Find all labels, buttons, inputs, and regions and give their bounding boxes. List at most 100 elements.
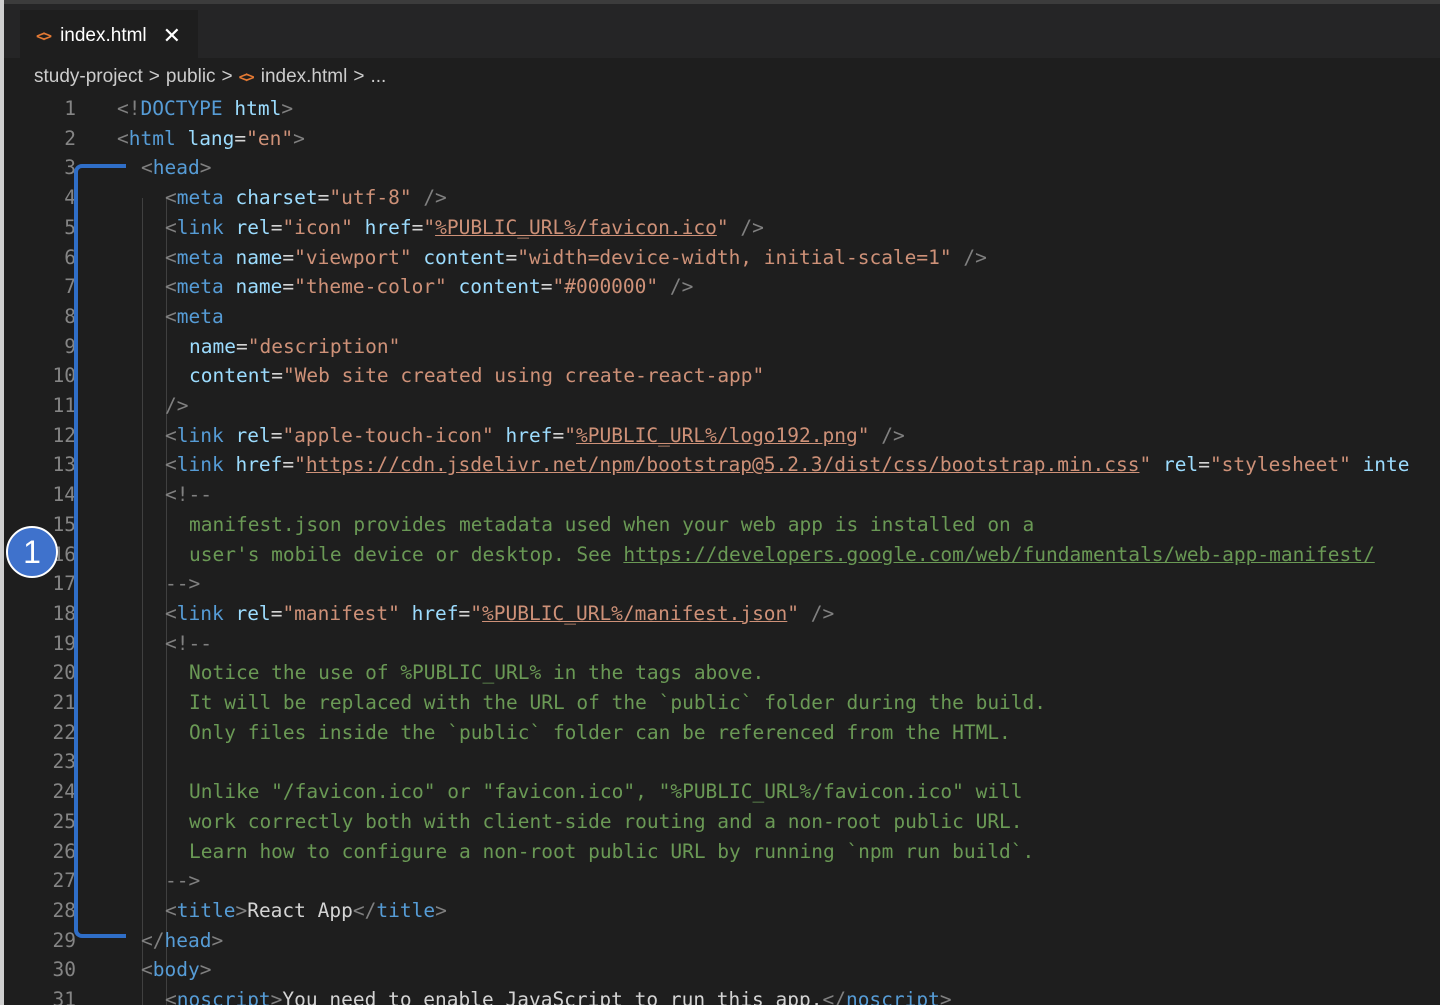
code-line[interactable]: 16 user's mobile device or desktop. See h…: [4, 540, 1440, 570]
line-number: 23: [52, 750, 76, 774]
code-line[interactable]: 23: [4, 747, 1440, 777]
code-content: <noscript>You need to enable JavaScript …: [165, 985, 952, 1005]
code-token[interactable]: %PUBLIC_URL%/favicon.ico: [435, 216, 717, 239]
code-token: />: [869, 423, 905, 447]
code-line[interactable]: 8 <meta: [4, 302, 1440, 332]
breadcrumb-item-file[interactable]: index.html: [261, 66, 348, 88]
code-line[interactable]: 25 work correctly both with client-side r…: [4, 807, 1440, 837]
code-token[interactable]: https://cdn.jsdelivr.net/npm/bootstrap@5…: [306, 453, 1140, 476]
code-line[interactable]: 18 <link rel="manifest" href="%PUBLIC_URL…: [4, 599, 1440, 629]
code-line[interactable]: 24 Unlike "/favicon.ico" or "favicon.ico"…: [4, 777, 1440, 807]
code-token: <: [165, 898, 177, 922]
code-line[interactable]: 3 <head>: [4, 153, 1440, 183]
line-number: 29: [52, 928, 76, 952]
code-token: user's mobile device or desktop. See: [189, 542, 624, 566]
code-token: />: [799, 601, 835, 625]
code-token: meta: [176, 304, 224, 328]
code-token: noscript: [176, 988, 271, 1005]
code-line[interactable]: 29 </head>: [4, 926, 1440, 956]
code-line[interactable]: 10 content="Web site created using create…: [4, 361, 1440, 391]
code-content: <link rel="icon" href="%PUBLIC_URL%/favi…: [165, 213, 764, 243]
close-icon[interactable]: ✕: [163, 24, 181, 49]
code-content: name="description": [189, 332, 400, 362]
code-line[interactable]: 22 Only files inside the `public` folder …: [4, 718, 1440, 748]
code-token: ": [716, 215, 729, 239]
code-token: <!--: [165, 483, 212, 507]
code-line[interactable]: 15 manifest.json provides metadata used w…: [4, 510, 1440, 540]
code-line[interactable]: 1 <!DOCTYPE html>: [4, 94, 1440, 124]
code-line[interactable]: 4 <meta charset="utf-8" />: [4, 183, 1440, 213]
code-editor[interactable]: 1 <!DOCTYPE html> 2 <html lang="en"> 3 <head>…: [4, 94, 1440, 1005]
code-content: work correctly both with client-side rou…: [189, 807, 1023, 837]
code-line[interactable]: 13 <link href="https://cdn.jsdelivr.net/n…: [4, 450, 1440, 480]
code-content: <meta name="theme-color" content="#00000…: [165, 272, 693, 302]
line-number: 8: [64, 304, 76, 328]
code-line[interactable]: 2 <html lang="en">: [4, 124, 1440, 154]
code-token[interactable]: %PUBLIC_URL%/logo192.png: [576, 424, 858, 447]
code-token: "icon": [282, 215, 365, 239]
line-number: 24: [52, 780, 76, 804]
breadcrumb-item-project[interactable]: study-project: [34, 66, 143, 88]
code-token: =: [540, 275, 553, 299]
code-token: >: [235, 898, 248, 922]
code-token: >: [211, 928, 224, 952]
code-token: "theme-color": [294, 275, 459, 299]
breadcrumb-item-symbols[interactable]: ...: [370, 66, 386, 88]
line-number: 25: [52, 809, 76, 833]
code-line[interactable]: 19 <!--: [4, 629, 1440, 659]
line-number: 13: [52, 453, 76, 477]
code-token: rel: [235, 601, 271, 625]
chevron-right-icon: >: [353, 66, 365, 87]
code-line[interactable]: 21 It will be replaced with the URL of th…: [4, 688, 1440, 718]
code-line[interactable]: 26 Learn how to configure a non-root publ…: [4, 837, 1440, 867]
code-token: </: [822, 988, 846, 1005]
code-token: React App: [247, 898, 353, 922]
code-line[interactable]: 9 name="description": [4, 332, 1440, 362]
code-token: "#000000": [552, 275, 659, 299]
code-line[interactable]: 30 <body>: [4, 955, 1440, 985]
code-line[interactable]: 14 <!--: [4, 480, 1440, 510]
code-content: content="Web site created using create-r…: [189, 361, 764, 391]
tab-index-html[interactable]: <> index.html ✕: [20, 10, 198, 62]
code-token[interactable]: %PUBLIC_URL%/manifest.json: [482, 602, 787, 625]
code-content: Unlike "/favicon.ico" or "favicon.ico", …: [189, 777, 1023, 807]
html-file-icon: <>: [36, 27, 52, 45]
chevron-right-icon: >: [148, 66, 160, 87]
annotation-bracket: [74, 164, 122, 938]
code-content: Only files inside the `public` folder ca…: [189, 718, 1011, 748]
code-token: <: [165, 245, 177, 269]
code-line[interactable]: 6 <meta name="viewport" content="width=de…: [4, 243, 1440, 273]
code-content: user's mobile device or desktop. See htt…: [189, 540, 1375, 570]
code-line[interactable]: 7 <meta name="theme-color" content="#0000…: [4, 272, 1440, 302]
code-token: <: [141, 958, 153, 982]
code-token: =: [282, 245, 295, 269]
code-token: =: [271, 364, 283, 388]
code-line[interactable]: 11 />: [4, 391, 1440, 421]
code-token: <: [117, 126, 129, 150]
line-number: 9: [64, 334, 76, 358]
code-content: -->: [165, 866, 200, 896]
code-token: html: [234, 97, 282, 120]
code-line[interactable]: 12 <link rel="apple-touch-icon" href="%PU…: [4, 421, 1440, 451]
code-line[interactable]: 17 -->: [4, 569, 1440, 599]
code-content: <!DOCTYPE html>: [117, 94, 293, 124]
code-token: href: [505, 423, 553, 447]
code-token: ": [857, 423, 870, 447]
line-number: 31: [52, 988, 76, 1005]
code-line[interactable]: 20 Notice the use of %PUBLIC_URL% in the …: [4, 658, 1440, 688]
code-token: />: [728, 215, 764, 239]
code-token: =: [270, 601, 283, 625]
code-line[interactable]: 31 <noscript>You need to enable JavaScrip…: [4, 985, 1440, 1005]
code-content: manifest.json provides metadata used whe…: [189, 510, 1034, 540]
code-content: It will be replaced with the URL of the …: [189, 688, 1046, 718]
code-line[interactable]: 27 -->: [4, 866, 1440, 896]
code-token: =: [270, 215, 283, 239]
breadcrumb-item-folder[interactable]: public: [166, 66, 216, 88]
code-token: "viewport": [294, 245, 424, 269]
code-line[interactable]: 28 <title>React App</title>: [4, 896, 1440, 926]
line-number: 11: [52, 394, 76, 417]
code-token[interactable]: https://developers.google.com/web/fundam…: [623, 543, 1374, 566]
code-line[interactable]: 5 <link rel="icon" href="%PUBLIC_URL%/fav…: [4, 213, 1440, 243]
code-token: It will be replaced with the URL of the …: [189, 691, 1047, 714]
line-number: 3: [64, 156, 76, 180]
